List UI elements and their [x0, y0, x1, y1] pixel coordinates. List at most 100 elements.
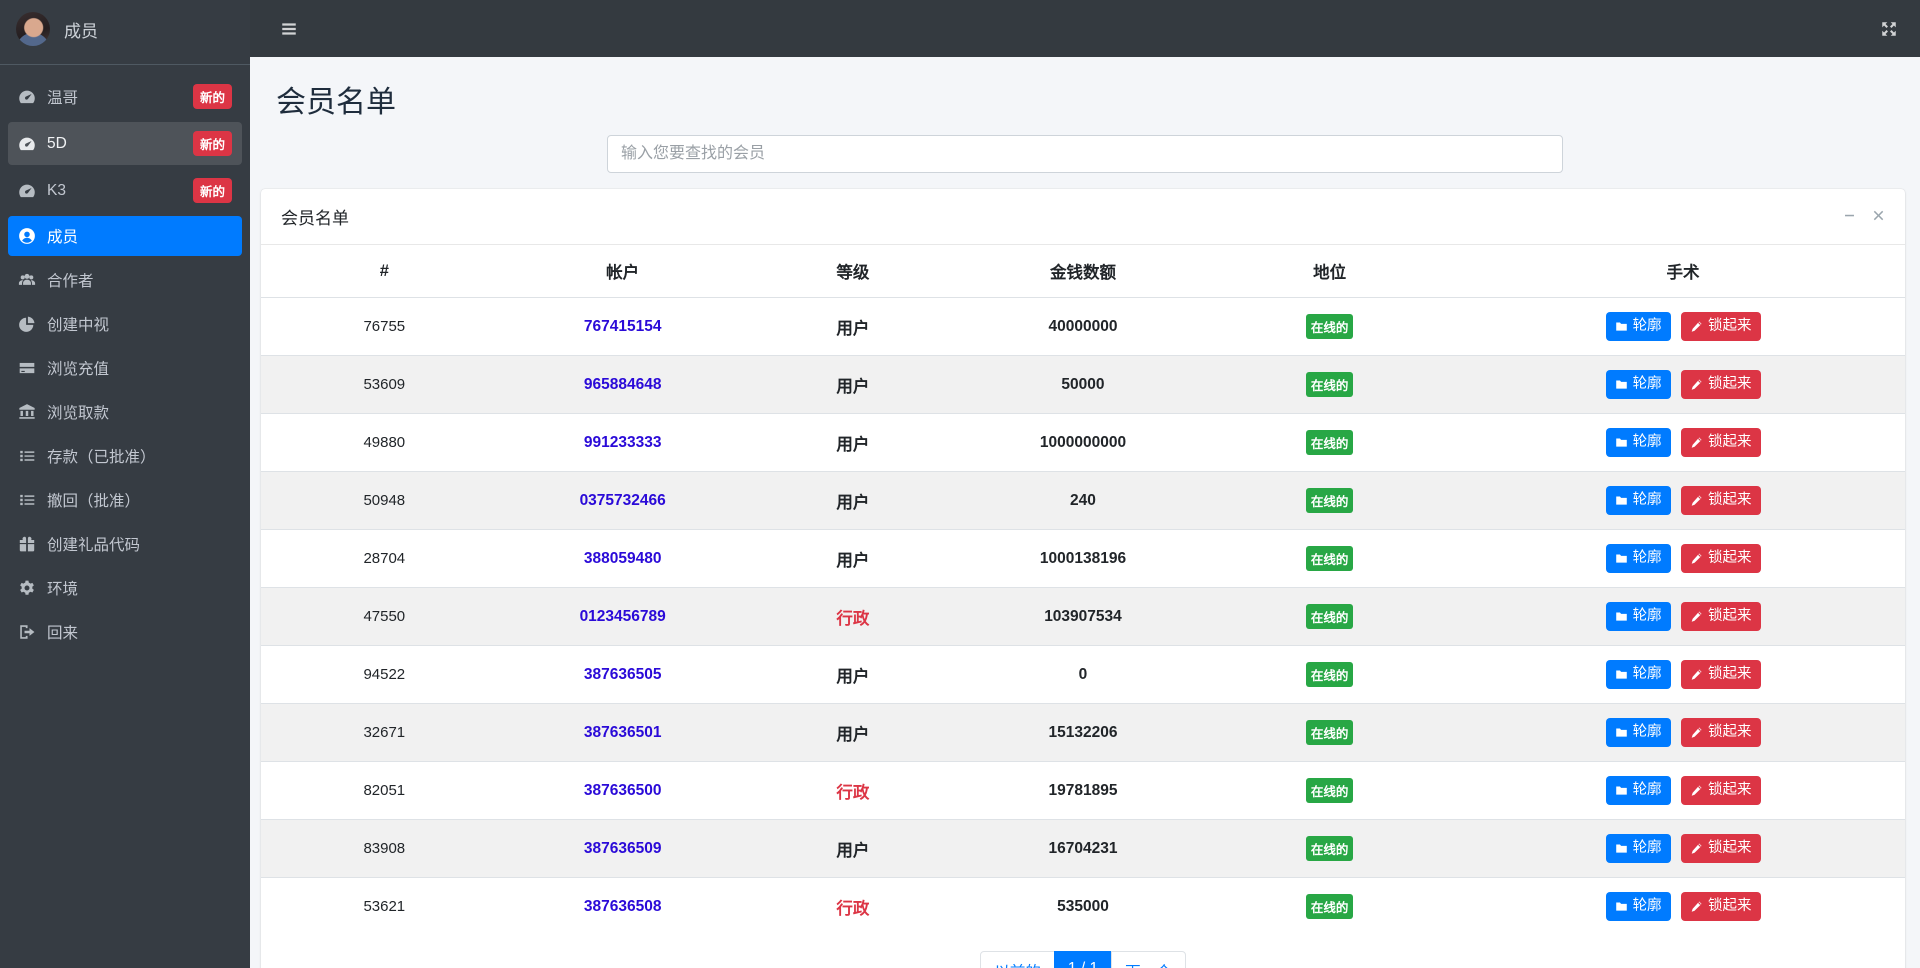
- member-account-link[interactable]: 387636501: [584, 724, 662, 741]
- member-level: 用户: [836, 377, 870, 396]
- profile-button[interactable]: 轮廓: [1605, 834, 1671, 863]
- lock-button[interactable]: 锁起来: [1681, 602, 1761, 631]
- pencil-icon: [1690, 668, 1703, 681]
- sidebar-item[interactable]: 环境: [8, 568, 242, 608]
- user-avatar[interactable]: [16, 12, 50, 46]
- column-header: 金钱数额: [967, 245, 1199, 298]
- folder-icon: [1615, 378, 1628, 391]
- sidebar-item[interactable]: 成员: [8, 216, 242, 256]
- lock-button-label: 锁起来: [1708, 434, 1752, 450]
- status-badge: 在线的: [1305, 546, 1354, 571]
- lock-button[interactable]: 锁起来: [1681, 660, 1761, 689]
- pencil-icon: [1690, 900, 1703, 913]
- profile-button[interactable]: 轮廓: [1605, 892, 1671, 921]
- member-account-link[interactable]: 387636500: [584, 782, 662, 799]
- member-level: 用户: [836, 725, 870, 744]
- profile-button[interactable]: 轮廓: [1605, 602, 1671, 631]
- profile-button[interactable]: 轮廓: [1605, 312, 1671, 341]
- member-row: 82051 387636500 行政 19781895 在线的 轮廓 锁起来: [261, 761, 1905, 820]
- profile-button[interactable]: 轮廓: [1605, 776, 1671, 805]
- profile-button[interactable]: 轮廓: [1605, 370, 1671, 399]
- lock-button[interactable]: 锁起来: [1681, 312, 1761, 341]
- sidebar-item[interactable]: 创建中视: [8, 304, 242, 344]
- sidebar-item[interactable]: 回来: [8, 612, 242, 652]
- member-account-link[interactable]: 387636508: [584, 898, 662, 915]
- sidebar-item[interactable]: 浏览充值: [8, 348, 242, 388]
- profile-button[interactable]: 轮廓: [1605, 718, 1671, 747]
- pagination-current[interactable]: 1 / 1: [1053, 951, 1113, 968]
- sidebar-item[interactable]: 创建礼品代码: [8, 524, 242, 564]
- top-navbar: [250, 0, 1920, 57]
- sidebar-item[interactable]: 存款（已批准）: [8, 436, 242, 476]
- folder-icon: [1615, 320, 1628, 333]
- member-account-link[interactable]: 0375732466: [580, 492, 666, 509]
- profile-button-label: 轮廓: [1632, 608, 1662, 624]
- sidebar-item[interactable]: 撤回（批准）: [8, 480, 242, 520]
- member-level: 行政: [836, 783, 870, 802]
- lock-button[interactable]: 锁起来: [1681, 544, 1761, 573]
- member-account-link[interactable]: 965884648: [584, 376, 662, 393]
- sidebar-item[interactable]: 合作者: [8, 260, 242, 300]
- search-input[interactable]: [607, 135, 1563, 173]
- new-badge: 新的: [192, 84, 232, 109]
- lock-button-label: 锁起来: [1708, 840, 1752, 856]
- lock-button[interactable]: 锁起来: [1681, 486, 1761, 515]
- sidebar-item-label: 5D: [47, 134, 67, 152]
- member-account-link[interactable]: 387636509: [584, 840, 662, 857]
- column-header: 手术: [1461, 245, 1905, 298]
- pencil-icon: [1690, 320, 1703, 333]
- sidebar-item-label: 合作者: [47, 273, 94, 290]
- page-title: 会员名单: [276, 86, 396, 119]
- member-row: 83908 387636509 用户 16704231 在线的 轮廓 锁起来: [261, 819, 1905, 878]
- member-level: 用户: [836, 493, 870, 512]
- member-row: 28704 388059480 用户 1000138196 在线的 轮廓 锁起来: [261, 529, 1905, 588]
- collapse-button[interactable]: [1843, 209, 1856, 225]
- sidebar-toggle-button[interactable]: [280, 20, 298, 38]
- profile-button-label: 轮廓: [1632, 492, 1662, 508]
- sidebar-item[interactable]: 温哥 新的: [8, 75, 242, 118]
- lock-button[interactable]: 锁起来: [1681, 370, 1761, 399]
- sidebar-item-label: 回来: [47, 625, 79, 642]
- sidebar-item-icon: [18, 359, 36, 377]
- card-title: 会员名单: [281, 209, 349, 228]
- profile-button[interactable]: 轮廓: [1605, 428, 1671, 457]
- pencil-icon: [1690, 436, 1703, 449]
- sidebar-item[interactable]: 浏览取款: [8, 392, 242, 432]
- sidebar: 成员 温哥 新的 5D 新的 K3 新的 成员 合作者 创建中视 浏览充值 浏览…: [0, 0, 250, 968]
- sidebar-item[interactable]: 5D 新的: [8, 122, 242, 165]
- status-badge: 在线的: [1305, 604, 1354, 629]
- sidebar-item-icon: [18, 623, 36, 641]
- lock-button[interactable]: 锁起来: [1681, 776, 1761, 805]
- pencil-icon: [1690, 552, 1703, 565]
- lock-button[interactable]: 锁起来: [1681, 892, 1761, 921]
- member-account-link[interactable]: 387636505: [584, 666, 662, 683]
- member-account-link[interactable]: 388059480: [584, 550, 662, 567]
- member-row: 53609 965884648 用户 50000 在线的 轮廓 锁起来: [261, 355, 1905, 414]
- profile-button[interactable]: 轮廓: [1605, 486, 1671, 515]
- pagination-next[interactable]: 下一个: [1111, 951, 1186, 968]
- lock-button[interactable]: 锁起来: [1681, 718, 1761, 747]
- member-level: 用户: [836, 841, 870, 860]
- member-id: 53609: [363, 376, 406, 393]
- profile-button[interactable]: 轮廓: [1605, 660, 1671, 689]
- member-account-link[interactable]: 0123456789: [580, 608, 666, 625]
- fullscreen-button[interactable]: [1880, 20, 1898, 38]
- pagination-prev[interactable]: 以前的: [980, 951, 1055, 968]
- member-account-link[interactable]: 767415154: [584, 318, 662, 335]
- profile-button-label: 轮廓: [1632, 840, 1662, 856]
- pencil-icon: [1690, 842, 1703, 855]
- profile-button[interactable]: 轮廓: [1605, 544, 1671, 573]
- profile-button-label: 轮廓: [1632, 376, 1662, 392]
- member-row: 47550 0123456789 行政 103907534 在线的 轮廓 锁起来: [261, 587, 1905, 646]
- member-amount: 535000: [1057, 897, 1109, 915]
- lock-button-label: 锁起来: [1708, 666, 1752, 682]
- member-level: 用户: [836, 435, 870, 454]
- member-account-link[interactable]: 991233333: [584, 434, 662, 451]
- member-level: 用户: [836, 551, 870, 570]
- lock-button-label: 锁起来: [1708, 898, 1752, 914]
- lock-button[interactable]: 锁起来: [1681, 428, 1761, 457]
- sidebar-item[interactable]: K3 新的: [8, 169, 242, 212]
- close-button[interactable]: [1872, 209, 1885, 225]
- sidebar-item-icon: [18, 491, 36, 509]
- lock-button[interactable]: 锁起来: [1681, 834, 1761, 863]
